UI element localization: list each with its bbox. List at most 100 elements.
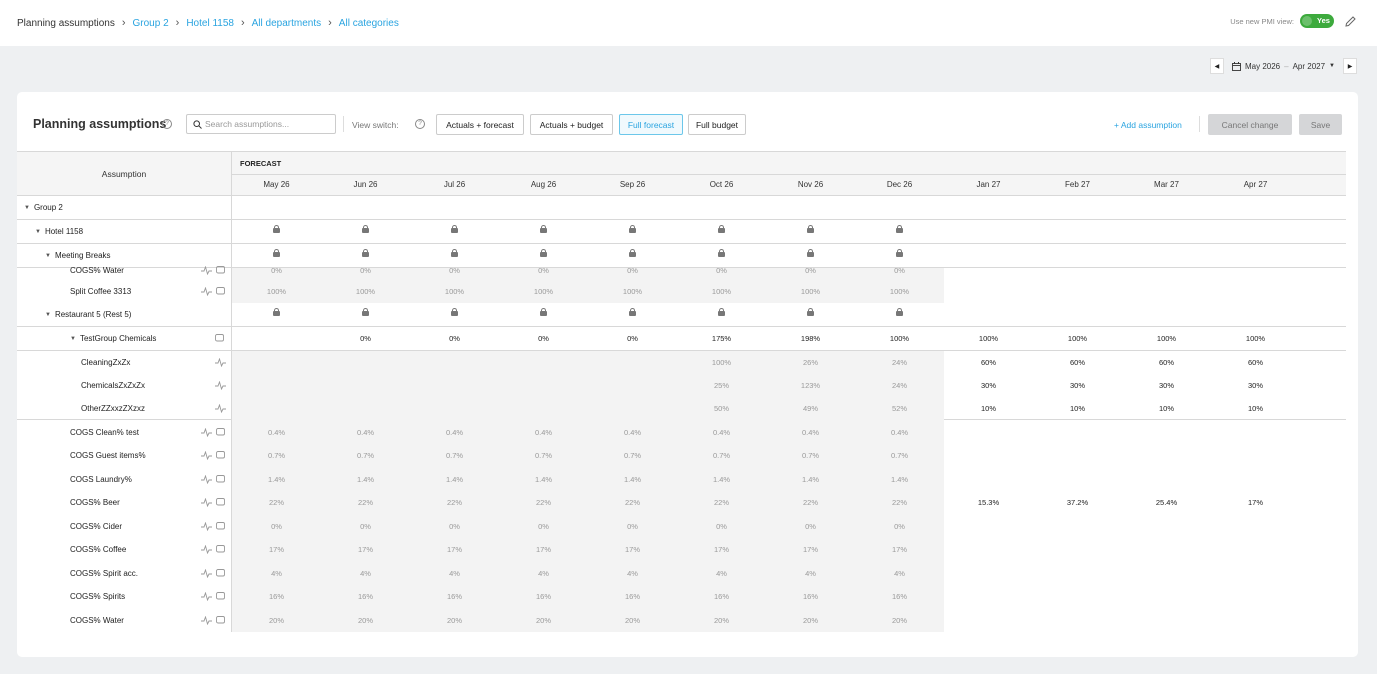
group-row[interactable]: ▼ Restaurant 5 (Rest 5) <box>17 303 1346 327</box>
value-cell[interactable]: 100% <box>677 351 766 374</box>
value-cell[interactable]: 1.4% <box>410 467 499 491</box>
value-cell[interactable]: 25.4% <box>1122 491 1211 514</box>
comment-icon[interactable] <box>216 286 225 296</box>
value-cell[interactable]: 30% <box>1211 374 1300 397</box>
value-cell[interactable]: 22% <box>232 491 321 514</box>
value-cell[interactable]: 0.7% <box>410 444 499 467</box>
value-cell[interactable]: 100% <box>1211 327 1300 350</box>
add-assumption-link[interactable]: + Add assumption <box>1114 120 1182 130</box>
value-cell[interactable]: 10% <box>944 397 1033 419</box>
table-row[interactable]: CleaningZxZx 100% 26% 24% 60% 60% 60% 60% <box>17 351 1346 374</box>
value-cell[interactable]: 0.4% <box>232 420 321 444</box>
date-range-dropdown[interactable]: May 2026 – Apr 2027 ▼ <box>1232 61 1335 71</box>
value-cell[interactable]: 100% <box>677 279 766 303</box>
value-cell[interactable]: 100% <box>321 279 410 303</box>
pulse-icon[interactable] <box>201 286 212 296</box>
table-row[interactable]: ▼ TestGroup Chemicals 0% 0% 0% 0% 175% 198% 100%… <box>17 327 1346 351</box>
value-cell[interactable]: 100% <box>410 279 499 303</box>
view-actuals-budget-button[interactable]: Actuals + budget <box>530 114 613 135</box>
value-cell[interactable]: 16% <box>677 585 766 608</box>
value-cell[interactable]: 22% <box>321 491 410 514</box>
value-cell[interactable]: 16% <box>855 585 944 608</box>
value-cell[interactable]: 4% <box>321 561 410 585</box>
value-cell[interactable]: 0.4% <box>410 420 499 444</box>
value-cell[interactable]: 50% <box>677 397 766 419</box>
value-cell[interactable]: 17% <box>1211 491 1300 514</box>
value-cell[interactable]: 60% <box>1122 351 1211 374</box>
value-cell[interactable]: 24% <box>855 351 944 374</box>
value-cell[interactable]: 17% <box>588 538 677 561</box>
value-cell[interactable]: 0% <box>321 514 410 538</box>
table-row[interactable]: Split Coffee 3313 100% 100% 100% 100% 100% 100… <box>17 279 1346 303</box>
pulse-icon[interactable] <box>201 592 212 601</box>
value-cell[interactable]: 4% <box>677 561 766 585</box>
value-cell[interactable]: 0% <box>855 514 944 538</box>
table-row[interactable]: COGS Laundry% 1.4% 1.4% 1.4% 1.4% 1.4% 1.4% 1.4… <box>17 467 1346 491</box>
value-cell[interactable]: 0% <box>410 514 499 538</box>
view-switch-help-icon[interactable]: ? <box>415 119 425 129</box>
value-cell[interactable]: 175% <box>677 327 766 350</box>
value-cell[interactable]: 0% <box>677 514 766 538</box>
value-cell[interactable]: 4% <box>499 561 588 585</box>
value-cell[interactable]: 17% <box>232 538 321 561</box>
value-cell[interactable]: 0% <box>499 327 588 350</box>
prev-period-button[interactable]: ◀ <box>1209 58 1224 74</box>
table-row[interactable]: COGS% Beer 22% 22% 22% 22% 22% 22% 22% 22% 15.3% 3… <box>17 491 1346 514</box>
value-cell[interactable]: 17% <box>499 538 588 561</box>
table-row[interactable]: COGS% Cider 0% 0% 0% 0% 0% 0% 0% 0% <box>17 514 1346 538</box>
table-row[interactable]: OtherZZxxzZXzxz 50% 49% 52% 10% 10% 10% 10% <box>17 397 1346 420</box>
value-cell[interactable]: 60% <box>1033 351 1122 374</box>
value-cell[interactable]: 1.4% <box>677 467 766 491</box>
value-cell[interactable]: 10% <box>1033 397 1122 419</box>
value-cell[interactable]: 26% <box>766 351 855 374</box>
comment-icon[interactable] <box>215 334 224 343</box>
view-full-budget-button[interactable]: Full budget <box>688 114 746 135</box>
value-cell[interactable]: 4% <box>410 561 499 585</box>
value-cell[interactable]: 4% <box>766 561 855 585</box>
value-cell[interactable]: 0% <box>766 265 855 276</box>
value-cell[interactable]: 30% <box>944 374 1033 397</box>
comment-icon[interactable] <box>216 568 225 578</box>
pencil-icon[interactable] <box>1344 15 1357 28</box>
value-cell[interactable]: 16% <box>588 585 677 608</box>
value-cell[interactable]: 17% <box>855 538 944 561</box>
table-row[interactable]: COGS% Water 0% 0% 0% 0% 0% 0% 0% 0% <box>17 265 1346 279</box>
value-cell[interactable]: 1.4% <box>588 467 677 491</box>
pulse-icon[interactable] <box>215 403 226 413</box>
breadcrumb-group[interactable]: Group 2 <box>133 18 169 29</box>
value-cell[interactable]: 100% <box>766 279 855 303</box>
caret-down-icon[interactable]: ▼ <box>45 312 51 318</box>
value-cell[interactable]: 30% <box>1033 374 1122 397</box>
pulse-icon[interactable] <box>201 266 212 275</box>
value-cell[interactable]: 52% <box>855 397 944 419</box>
value-cell[interactable]: 17% <box>410 538 499 561</box>
value-cell[interactable]: 198% <box>766 327 855 350</box>
value-cell[interactable]: 20% <box>321 608 410 632</box>
table-row[interactable]: COGS% Coffee 17% 17% 17% 17% 17% 17% 17% 17% <box>17 538 1346 561</box>
value-cell[interactable]: 0% <box>321 327 410 350</box>
value-cell[interactable]: 20% <box>588 608 677 632</box>
value-cell[interactable]: 100% <box>1033 327 1122 350</box>
value-cell[interactable]: 37.2% <box>1033 491 1122 514</box>
value-cell[interactable]: 0% <box>588 514 677 538</box>
value-cell[interactable]: 0% <box>499 514 588 538</box>
comment-icon[interactable] <box>216 615 225 625</box>
breadcrumb-departments[interactable]: All departments <box>252 18 321 29</box>
value-cell[interactable]: 100% <box>944 327 1033 350</box>
value-cell[interactable]: 15.3% <box>944 491 1033 514</box>
value-cell[interactable]: 123% <box>766 374 855 397</box>
help-icon[interactable]: ? <box>162 119 172 129</box>
pmi-toggle[interactable]: Yes <box>1300 14 1334 28</box>
value-cell[interactable]: 100% <box>588 279 677 303</box>
value-cell[interactable]: 0.4% <box>677 420 766 444</box>
value-cell[interactable]: 0.4% <box>588 420 677 444</box>
value-cell[interactable]: 1.4% <box>232 467 321 491</box>
comment-icon[interactable] <box>216 498 225 507</box>
view-full-forecast-button[interactable]: Full forecast <box>619 114 683 135</box>
value-cell[interactable]: 17% <box>766 538 855 561</box>
value-cell[interactable]: 10% <box>1211 397 1300 419</box>
value-cell[interactable]: 0.7% <box>855 444 944 467</box>
value-cell[interactable]: 0.4% <box>766 420 855 444</box>
value-cell[interactable]: 20% <box>499 608 588 632</box>
value-cell[interactable]: 4% <box>588 561 677 585</box>
